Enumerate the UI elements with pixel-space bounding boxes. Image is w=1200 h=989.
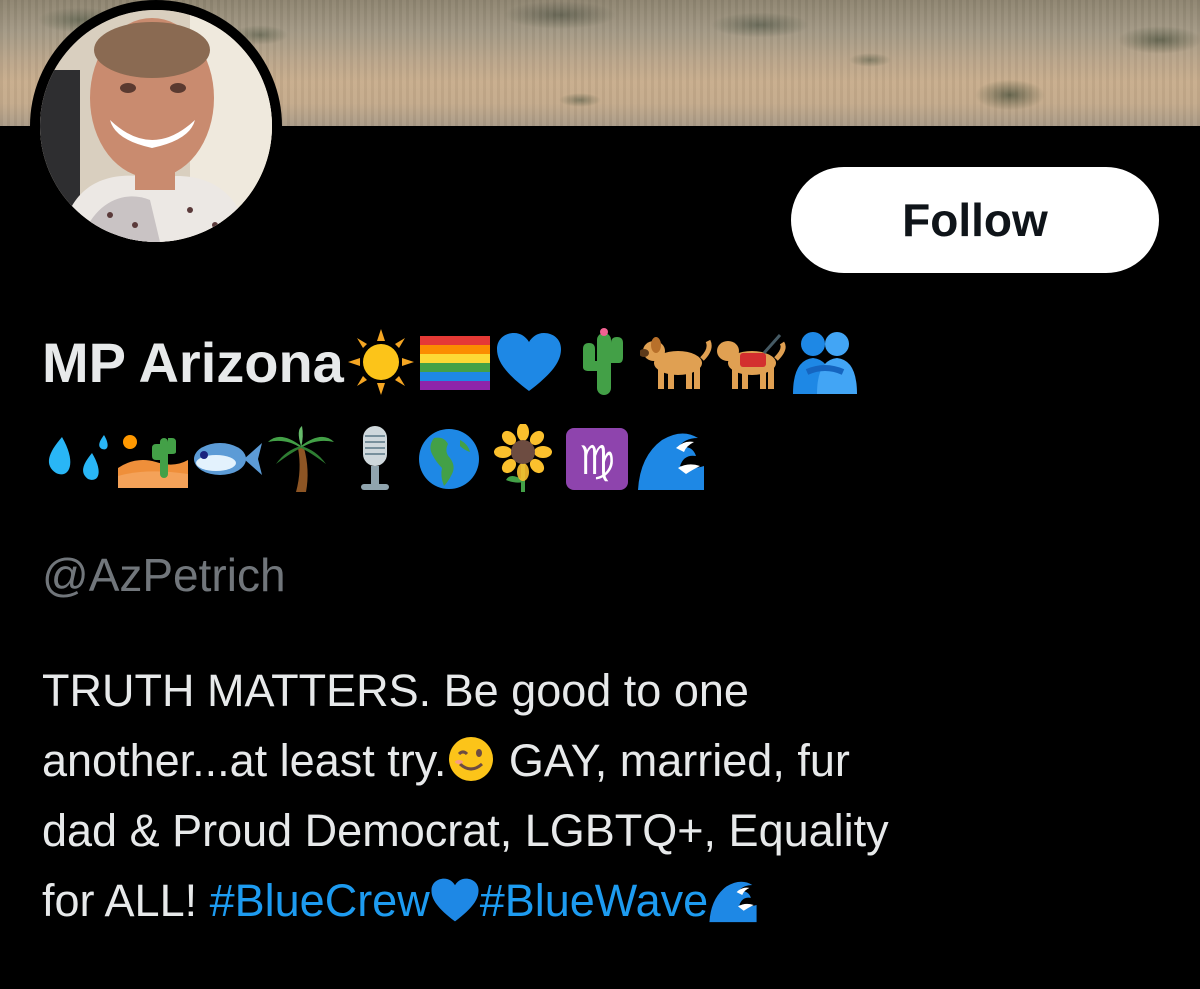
droplets-icon [42, 422, 116, 496]
bio-line-1: TRUTH MATTERS. Be good to one [42, 665, 749, 716]
display-name: MP Arizona [42, 330, 344, 394]
name-emojis-row-1 [344, 325, 862, 399]
avatar-image [40, 10, 272, 242]
sunflower-icon [486, 422, 560, 496]
avatar-photo [40, 10, 272, 242]
bio-line-2-text-b: GAY, married, fur [496, 735, 850, 786]
sun-icon [344, 325, 418, 399]
blue-heart-icon [430, 874, 480, 924]
profile-handle: @AzPetrich [42, 549, 286, 601]
bio-line-2-text-a: another...at least try. [42, 735, 447, 786]
bio-line-2: another...at least try. GAY, married, fu… [42, 726, 1152, 796]
hashtag-bluewave-link[interactable]: #BlueWave [480, 875, 708, 926]
bio-line-4: for ALL! #BlueCrew #BlueWave [42, 866, 1152, 936]
follow-button[interactable]: Follow [791, 167, 1159, 273]
wave-icon [634, 422, 708, 496]
bio-line-4-text: for ALL! [42, 875, 210, 926]
service-dog-icon [714, 325, 788, 399]
name-emojis-row-2: ♍ [42, 414, 1162, 504]
dog-icon [639, 325, 714, 399]
virgo-icon: ♍ [560, 422, 634, 496]
profile-bio: TRUTH MATTERS. Be good to one another...… [42, 656, 1152, 936]
display-name-block: MP Arizona ♍ [42, 316, 1162, 504]
cactus-icon [566, 325, 640, 399]
palm-tree-icon [264, 422, 338, 496]
avatar[interactable] [30, 0, 282, 252]
rainbow-flag-icon [418, 325, 492, 399]
people-hugging-icon [788, 325, 862, 399]
fish-icon [190, 422, 264, 496]
blue-heart-icon [492, 325, 566, 399]
bio-line-3: dad & Proud Democrat, LGBTQ+, Equality [42, 805, 889, 856]
microphone-icon [338, 422, 412, 496]
svg-text:♍: ♍ [579, 438, 615, 484]
wave-icon [708, 874, 758, 924]
desert-icon [116, 422, 190, 496]
globe-americas-icon [412, 422, 486, 496]
hashtag-bluecrew-link[interactable]: #BlueCrew [210, 875, 430, 926]
winking-face-icon [446, 734, 496, 784]
